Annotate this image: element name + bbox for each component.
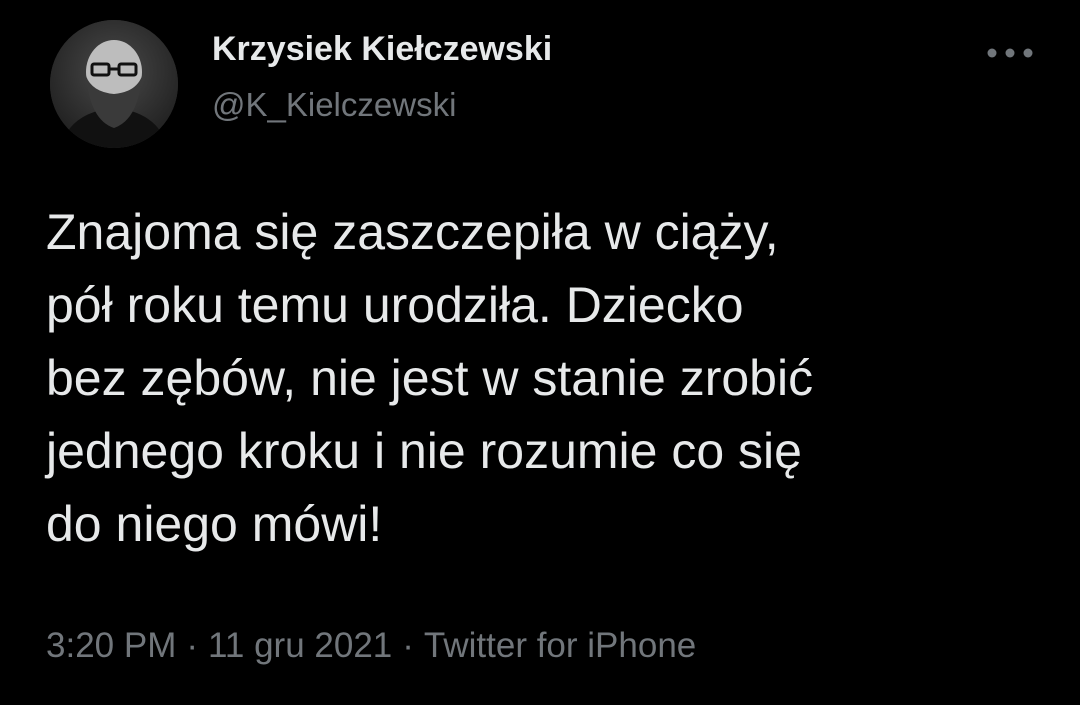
bearded-man-avatar-icon	[50, 20, 178, 148]
meta-separator: ·	[186, 626, 199, 665]
tweet-date[interactable]: 11 gru 2021	[208, 626, 392, 665]
author-handle[interactable]: @K_Kielczewski	[212, 86, 456, 124]
tweet-card: Krzysiek Kiełczewski @K_Kielczewski Znaj…	[0, 0, 1080, 705]
tweet-metadata: 3:20 PM · 11 gru 2021 · Twitter for iPhone	[46, 626, 696, 666]
tweet-body-text: Znajoma się zaszczepiła w ciąży, pół rok…	[46, 204, 814, 552]
author-display-name[interactable]: Krzysiek Kiełczewski	[212, 30, 552, 69]
meta-separator: ·	[402, 626, 414, 665]
author-avatar[interactable]	[50, 20, 178, 148]
tweet-source[interactable]: Twitter for iPhone	[424, 626, 696, 665]
more-options-icon	[987, 48, 1033, 58]
tweet-time[interactable]: 3:20 PM	[46, 626, 176, 665]
more-options-button[interactable]	[982, 38, 1038, 68]
